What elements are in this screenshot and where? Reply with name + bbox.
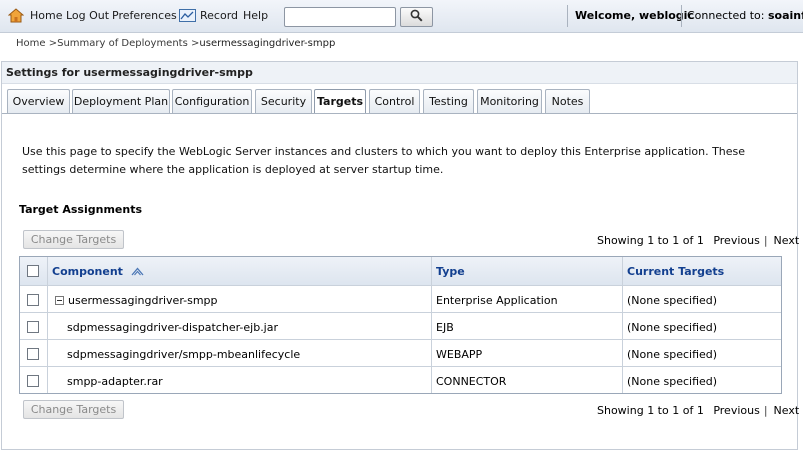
collapse-icon[interactable] — [55, 296, 64, 305]
breadcrumb: Home >Summary of Deployments >usermessag… — [16, 38, 335, 49]
component-type: WEBAPP — [431, 340, 622, 366]
tab-monitoring[interactable]: Monitoring — [477, 89, 542, 113]
search-icon — [410, 9, 423, 22]
sort-ascending-icon[interactable] — [131, 267, 144, 276]
target-assignments-table: Component Type Current Targets usermessa… — [19, 256, 782, 394]
component-name: smpp-adapter.rar — [47, 367, 431, 393]
component-name: usermessagingdriver-smpp — [68, 294, 218, 307]
next-link[interactable]: Next — [774, 234, 800, 247]
pager-status: Showing 1 to 1 of 1 — [597, 234, 704, 247]
welcome-text: Welcome, weblogic — [575, 9, 694, 22]
top-toolbar: Home Log Out Preferences Record Help Wel… — [0, 0, 803, 33]
panel-title: Settings for usermessagingdriver-smpp — [2, 62, 797, 84]
component-name: sdpmessagingdriver/smpp-mbeanlifecycle — [47, 340, 431, 366]
column-header-current-targets[interactable]: Current Targets — [622, 257, 783, 285]
row-checkbox[interactable] — [27, 375, 39, 387]
previous-link[interactable]: Previous — [713, 404, 760, 417]
component-name: sdpmessagingdriver-dispatcher-ejb.jar — [47, 313, 431, 339]
current-targets: (None specified) — [622, 286, 783, 312]
home-icon[interactable] — [8, 8, 24, 23]
table-row: usermessagingdriver-smpp Enterprise Appl… — [20, 285, 781, 312]
connected-status: Connected to: soainfra — [687, 9, 803, 22]
record-link[interactable]: Record — [200, 9, 238, 22]
column-header-type[interactable]: Type — [431, 257, 622, 285]
change-targets-button-bottom[interactable]: Change Targets — [23, 400, 124, 419]
preferences-icon[interactable] — [179, 9, 196, 22]
connected-server: soainfra — [767, 9, 803, 22]
tab-overview[interactable]: Overview — [7, 89, 70, 113]
table-row: sdpmessagingdriver-dispatcher-ejb.jar EJ… — [20, 312, 781, 339]
help-link[interactable]: Help — [243, 9, 268, 22]
settings-panel: Settings for usermessagingdriver-smpp Ov… — [1, 61, 800, 450]
column-header-component[interactable]: Component — [47, 257, 431, 285]
section-title: Target Assignments — [19, 203, 142, 216]
table-row: sdpmessagingdriver/smpp-mbeanlifecycle W… — [20, 339, 781, 366]
current-targets: (None specified) — [622, 367, 783, 393]
pager-bottom: Showing 1 to 1 of 1 Previous | Next — [597, 404, 800, 417]
table-row: smpp-adapter.rar CONNECTOR (None specifi… — [20, 366, 781, 393]
breadcrumb-home[interactable]: Home — [16, 38, 46, 49]
preferences-link[interactable]: Preferences — [112, 9, 177, 22]
tab-targets[interactable]: Targets — [314, 89, 366, 114]
component-type: Enterprise Application — [431, 286, 622, 312]
pager-top: Showing 1 to 1 of 1 Previous | Next — [597, 234, 800, 247]
row-checkbox[interactable] — [27, 294, 39, 306]
breadcrumb-current: usermessagingdriver-smpp — [199, 38, 336, 49]
tab-configuration[interactable]: Configuration — [172, 89, 252, 113]
tab-security[interactable]: Security — [255, 89, 312, 113]
row-checkbox[interactable] — [27, 348, 39, 360]
breadcrumb-summary-of-deployments[interactable]: Summary of Deployments — [57, 38, 188, 49]
search-button[interactable] — [400, 7, 433, 27]
toolbar-divider — [681, 5, 682, 27]
table-header: Component Type Current Targets — [20, 257, 781, 285]
search-input[interactable] — [284, 7, 396, 27]
home-link[interactable]: Home — [30, 9, 62, 22]
select-all-checkbox[interactable] — [27, 265, 39, 277]
component-type: EJB — [431, 313, 622, 339]
current-targets: (None specified) — [622, 340, 783, 366]
pager-status: Showing 1 to 1 of 1 — [597, 404, 704, 417]
logout-link[interactable]: Log Out — [66, 9, 109, 22]
tab-deployment-plan[interactable]: Deployment Plan — [72, 89, 170, 113]
connected-label: Connected to: — [687, 9, 765, 22]
change-targets-button[interactable]: Change Targets — [23, 230, 124, 249]
next-link[interactable]: Next — [774, 404, 800, 417]
tab-control[interactable]: Control — [369, 89, 420, 113]
breadcrumb-separator: > — [48, 38, 58, 49]
current-targets: (None specified) — [622, 313, 783, 339]
previous-link[interactable]: Previous — [713, 234, 760, 247]
tab-notes[interactable]: Notes — [545, 89, 590, 113]
page-description: Use this page to specify the WebLogic Se… — [22, 145, 746, 176]
toolbar-divider — [567, 5, 568, 27]
component-type: CONNECTOR — [431, 367, 622, 393]
tab-testing[interactable]: Testing — [423, 89, 474, 113]
row-checkbox[interactable] — [27, 321, 39, 333]
tab-divider — [2, 113, 797, 114]
